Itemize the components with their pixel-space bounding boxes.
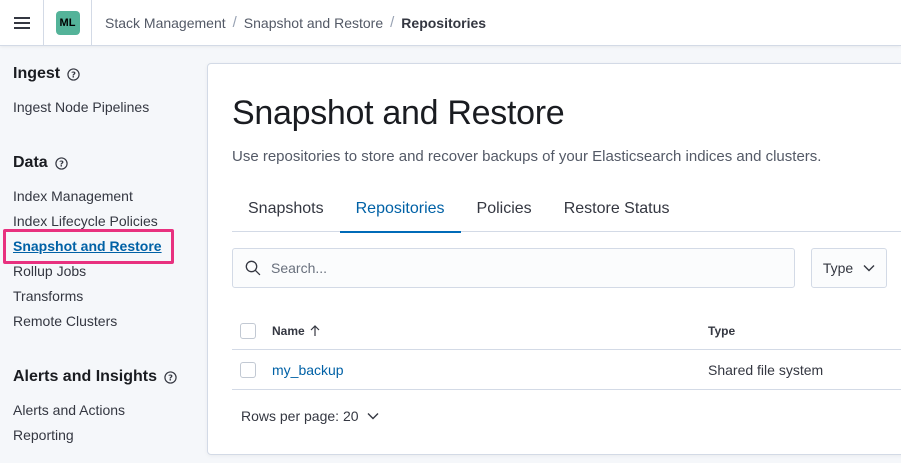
svg-text:?: ? (168, 372, 173, 382)
row-checkbox[interactable] (240, 361, 256, 378)
rows-per-page-label: Rows per page: 20 (241, 408, 359, 424)
column-header-name[interactable]: Name (272, 324, 708, 338)
tab-restore-status[interactable]: Restore Status (548, 186, 686, 232)
sidebar-heading-label: Alerts and Insights (13, 368, 158, 385)
sidebar-item-reporting[interactable]: Reporting (13, 427, 74, 443)
rows-per-page-button[interactable]: Rows per page: 20 (241, 408, 379, 424)
space-avatar[interactable]: ML (55, 10, 80, 35)
sidebar-item-rollup-jobs[interactable]: Rollup Jobs (13, 263, 86, 279)
row-select-cell (232, 361, 272, 378)
page-title: Snapshot and Restore (232, 94, 565, 132)
help-icon[interactable]: ? (55, 156, 68, 170)
tab-snapshots[interactable]: Snapshots (232, 186, 340, 232)
sidebar-item-snapshot-and-restore[interactable]: Snapshot and Restore (13, 238, 162, 254)
sidebar-item-alerts-and-actions[interactable]: Alerts and Actions (13, 402, 125, 418)
column-header-type-label: Type (708, 324, 736, 338)
column-header-name-label: Name (272, 323, 305, 338)
sidebar-item-index-management[interactable]: Index Management (13, 188, 133, 204)
svg-text:?: ? (59, 158, 64, 168)
svg-text:?: ? (71, 69, 76, 79)
sidebar-item-remote-clusters[interactable]: Remote Clusters (13, 313, 117, 329)
tab-repositories[interactable]: Repositories (339, 186, 461, 233)
hamburger-icon (13, 16, 30, 29)
type-filter-label: Type (822, 260, 854, 276)
select-all-cell (232, 322, 272, 339)
chevron-down-icon (367, 413, 379, 420)
menu-button[interactable] (0, 0, 44, 46)
sidebar-heading-label: Data (13, 154, 48, 171)
sidebar-heading-label: Ingest (13, 65, 61, 82)
breadcrumb: Stack Management / Snapshot and Restore … (105, 14, 486, 31)
breadcrumb-stack-management[interactable]: Stack Management (105, 15, 226, 31)
select-all-checkbox[interactable] (240, 322, 256, 339)
type-filter-button[interactable]: Type (811, 248, 887, 288)
sort-ascending-icon (310, 324, 320, 336)
help-icon[interactable]: ? (164, 370, 177, 384)
breadcrumb-snapshot-and-restore[interactable]: Snapshot and Restore (244, 15, 383, 31)
sidebar-item-index-lifecycle-policies[interactable]: Index Lifecycle Policies (13, 213, 158, 229)
search-icon (245, 260, 261, 276)
repository-type: Shared file system (708, 361, 824, 378)
page-description: Use repositories to store and recover ba… (232, 148, 822, 165)
column-header-type[interactable]: Type (708, 323, 735, 338)
row-name-cell: my_backup (272, 362, 708, 378)
row-type-cell: Shared file system (708, 362, 823, 378)
sidebar-heading-alerts-and-insights: Alerts and Insights ? (13, 368, 177, 386)
breadcrumb-separator: / (232, 14, 237, 31)
table-row: my_backup Shared file system (232, 350, 901, 390)
repository-name-link[interactable]: my_backup (272, 362, 344, 378)
breadcrumb-repositories: Repositories (401, 14, 487, 31)
top-bar: ML Stack Management / Snapshot and Resto… (0, 0, 901, 46)
sidebar-heading-data: Data ? (13, 154, 68, 172)
search-input[interactable] (271, 260, 751, 276)
help-icon[interactable]: ? (67, 67, 80, 81)
sidebar-item-ingest-node-pipelines[interactable]: Ingest Node Pipelines (13, 99, 149, 115)
main-panel: Snapshot and Restore Use repositories to… (207, 63, 901, 455)
sidebar-heading-ingest: Ingest ? (13, 65, 80, 83)
chevron-down-icon (863, 265, 875, 272)
breadcrumb-separator: / (390, 14, 395, 31)
repositories-table: Name Type my_backup Shared file system (232, 312, 901, 390)
search-box (232, 248, 795, 288)
sidebar: Ingest ? Ingest Node Pipelines Data ? In… (0, 46, 200, 463)
space-selector: ML (44, 0, 92, 46)
table-header: Name Type (232, 312, 901, 350)
tab-policies[interactable]: Policies (461, 186, 548, 232)
sidebar-item-transforms[interactable]: Transforms (13, 288, 83, 304)
tab-bar: Snapshots Repositories Policies Restore … (232, 186, 901, 233)
